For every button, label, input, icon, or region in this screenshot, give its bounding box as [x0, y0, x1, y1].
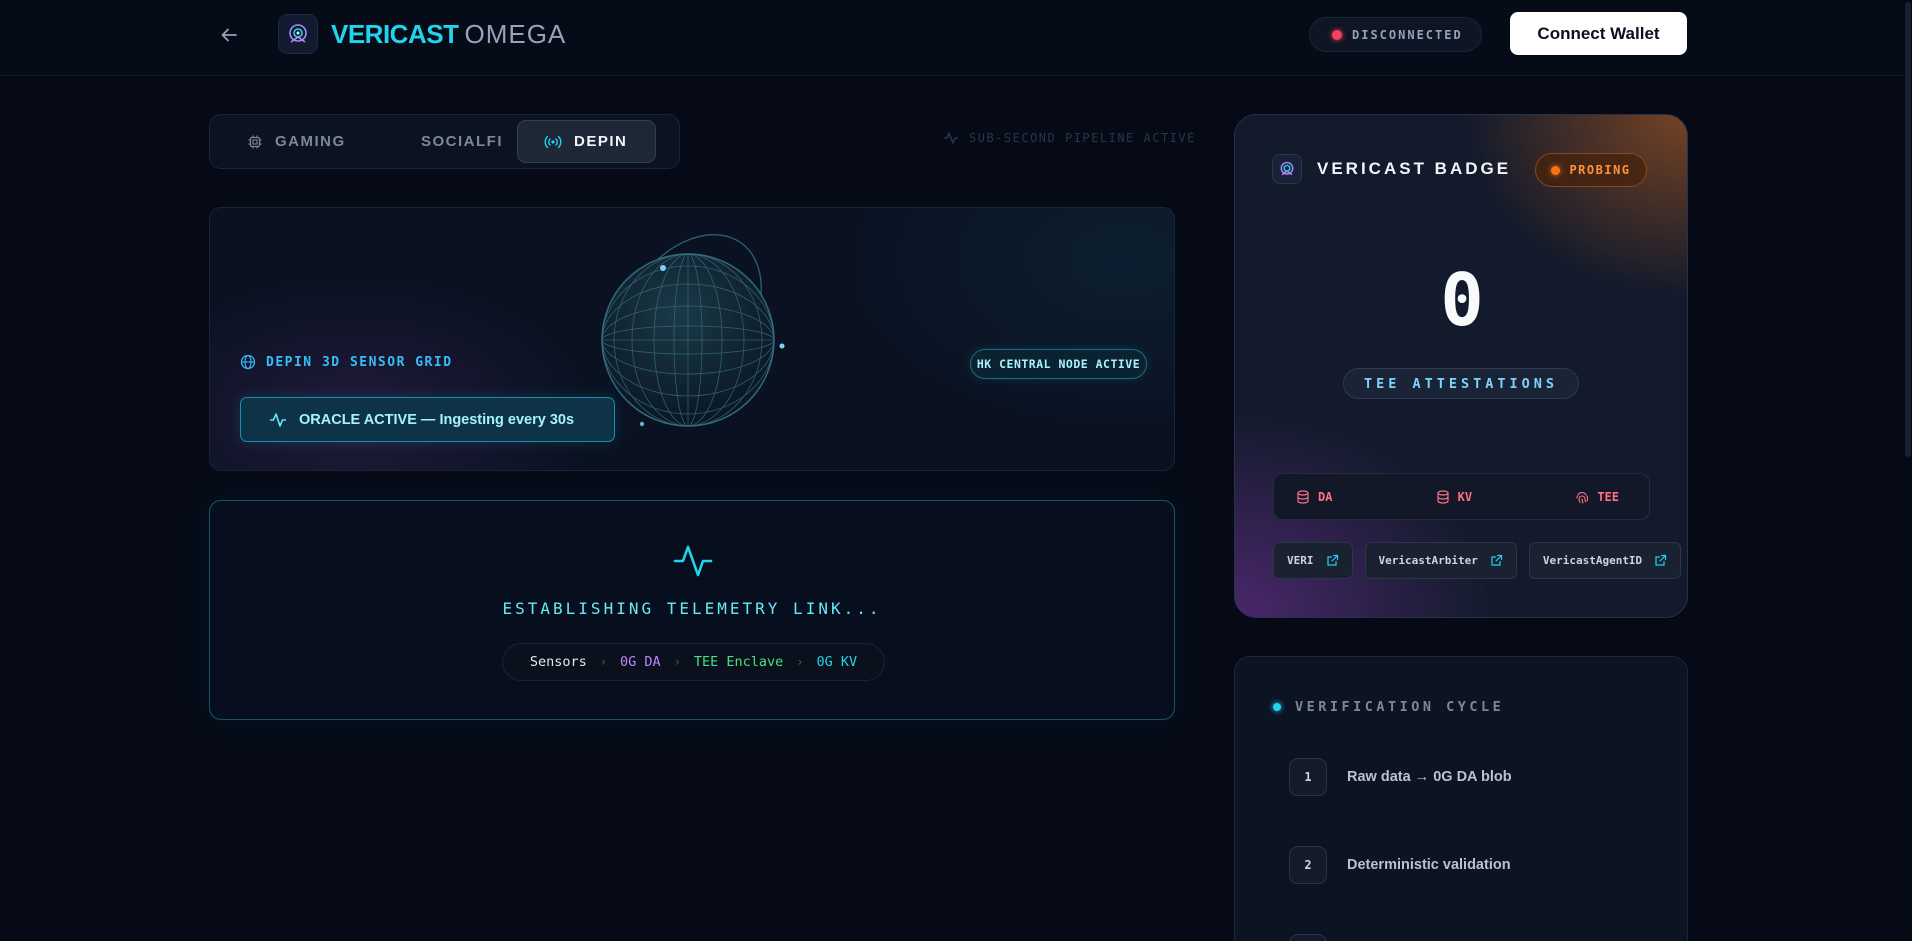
- pipeline-status-text: SUB-SECOND PIPELINE ACTIVE: [969, 131, 1196, 145]
- pipeline-step-kv: 0G KV: [816, 654, 858, 670]
- database-icon: [1297, 489, 1309, 504]
- status-dot-icon: [1551, 165, 1561, 175]
- brand-name: VERICAST OMEGA: [331, 18, 566, 50]
- cycle-step: 1 Raw data → 0G DA blob: [1289, 758, 1512, 796]
- storage-layers-row: DA KV TEE: [1273, 473, 1650, 520]
- step-number: 1: [1289, 758, 1327, 796]
- tab-socialfi[interactable]: SOCIALFI: [379, 120, 513, 163]
- status-dot-icon: [1273, 703, 1281, 711]
- badge-logo: [1272, 154, 1302, 184]
- storage-item-kv: KV: [1436, 490, 1472, 504]
- cycle-step-partial: [1289, 934, 1327, 941]
- probing-status-text: PROBING: [1569, 163, 1631, 177]
- contract-arbiter-label: VericastArbiter: [1378, 554, 1478, 567]
- sensor-grid-label-text: DEPIN 3D SENSOR GRID: [266, 354, 453, 370]
- brand-secondary: OMEGA: [464, 19, 567, 49]
- tab-socialfi-label: SOCIALFI: [421, 133, 503, 150]
- database-icon: [1437, 489, 1449, 504]
- pipeline-step-tee: TEE Enclave: [693, 654, 784, 670]
- verification-cycle-title: VERIFICATION CYCLE: [1273, 699, 1504, 715]
- external-link-icon: [1655, 554, 1667, 566]
- pulse-icon: [270, 412, 286, 427]
- storage-item-da: DA: [1296, 490, 1332, 504]
- chevron-right-icon: ›: [673, 655, 681, 669]
- attestation-count-label: TEE ATTESTATIONS: [1343, 368, 1579, 399]
- pipeline-status: SUB-SECOND PIPELINE ACTIVE: [943, 131, 1196, 145]
- contract-veri-label: VERI: [1287, 554, 1314, 567]
- attestation-count: 0: [1440, 258, 1484, 342]
- vericast-badge-card: VERICAST BADGE PROBING 0 TEE ATTESTATION…: [1234, 114, 1688, 618]
- chevron-right-icon: ›: [796, 655, 804, 669]
- tab-depin[interactable]: DEPIN: [517, 120, 656, 163]
- contract-links: VERI VericastArbiter VericastAgentID: [1273, 542, 1682, 579]
- back-button[interactable]: [214, 20, 244, 50]
- scrollbar-thumb[interactable]: [1905, 2, 1911, 457]
- fingerprint-icon: [1576, 491, 1589, 504]
- storage-kv-label: KV: [1457, 489, 1473, 504]
- activity-icon: [944, 132, 958, 144]
- vertical-tabs: GAMING SOCIALFI DEPIN: [209, 114, 680, 169]
- sensor-grid-card: DEPIN 3D SENSOR GRID ORACLE ACTIVE — Ing…: [209, 207, 1175, 471]
- telemetry-card: ESTABLISHING TELEMETRY LINK... Sensors ›…: [209, 500, 1175, 720]
- external-link-icon: [1326, 554, 1338, 566]
- brand-primary: VERICAST: [331, 19, 459, 49]
- connection-status-badge: DISCONNECTED: [1309, 17, 1482, 52]
- pipeline-step-da: 0G DA: [619, 654, 661, 670]
- broadcast-icon: [544, 135, 562, 148]
- logo-icon: [1280, 161, 1294, 176]
- tab-depin-label: DEPIN: [574, 133, 628, 150]
- badge-title: VERICAST BADGE: [1317, 159, 1512, 178]
- telemetry-status-title: ESTABLISHING TELEMETRY LINK...: [502, 599, 882, 618]
- pulse-icon: [673, 545, 713, 577]
- cycle-step: 2 Deterministic validation: [1289, 846, 1511, 884]
- app-logo: [278, 14, 318, 54]
- chip-icon: [248, 135, 262, 148]
- step-number: [1289, 934, 1327, 941]
- chevron-right-icon: ›: [599, 655, 607, 669]
- storage-da-label: DA: [1318, 489, 1333, 504]
- oracle-active-button[interactable]: ORACLE ACTIVE — Ingesting every 30s: [240, 397, 615, 442]
- top-header: VERICAST OMEGA DISCONNECTED Connect Walle…: [0, 0, 1912, 76]
- step-text: Raw data → 0G DA blob: [1347, 769, 1512, 785]
- contract-link-veri[interactable]: VERI: [1273, 542, 1353, 579]
- status-dot-icon: [1332, 29, 1342, 40]
- logo-icon: [289, 24, 307, 43]
- tab-gaming-label: GAMING: [275, 133, 346, 150]
- arrow-left-icon: [221, 28, 237, 42]
- contract-link-arbiter[interactable]: VericastArbiter: [1364, 542, 1517, 579]
- data-pipeline-chip: Sensors › 0G DA › TEE Enclave › 0G KV: [502, 643, 885, 681]
- contract-agentid-label: VericastAgentID: [1542, 554, 1643, 567]
- external-link-icon: [1491, 554, 1502, 566]
- step-text: Deterministic validation: [1347, 857, 1511, 873]
- connect-wallet-button[interactable]: Connect Wallet: [1510, 12, 1687, 55]
- sensor-grid-label: DEPIN 3D SENSOR GRID: [240, 354, 453, 370]
- probing-status-badge: PROBING: [1535, 153, 1647, 187]
- storage-item-tee: TEE: [1575, 490, 1619, 504]
- verification-cycle-card: VERIFICATION CYCLE 1 Raw data → 0G DA bl…: [1234, 656, 1688, 941]
- globe-icon: [240, 354, 256, 370]
- node-status-badge: HK CENTRAL NODE ACTIVE: [970, 349, 1147, 379]
- tab-gaming[interactable]: GAMING: [215, 120, 375, 163]
- pipeline-step-sensors: Sensors: [529, 654, 587, 670]
- oracle-active-label: ORACLE ACTIVE — Ingesting every 30s: [299, 411, 575, 428]
- contract-link-agentid[interactable]: VericastAgentID: [1528, 542, 1682, 579]
- storage-tee-label: TEE: [1597, 489, 1619, 504]
- connection-status-text: DISCONNECTED: [1352, 27, 1463, 42]
- verification-cycle-title-text: VERIFICATION CYCLE: [1295, 699, 1505, 715]
- step-number: 2: [1289, 846, 1327, 884]
